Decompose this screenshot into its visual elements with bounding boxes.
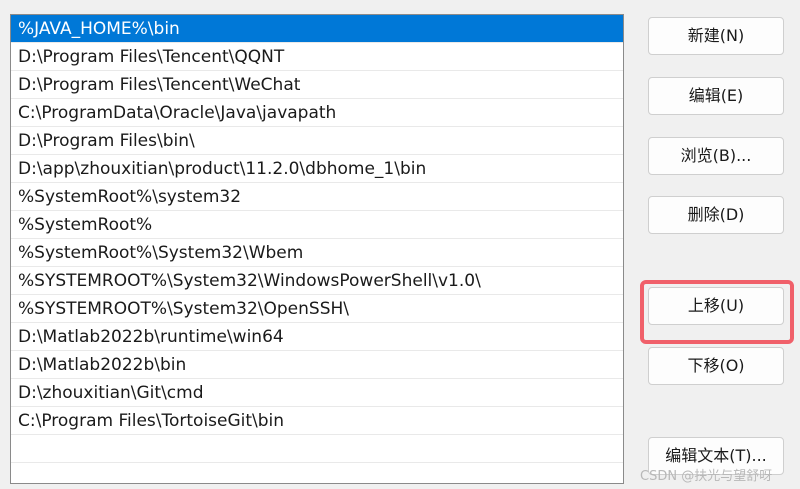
move-down-button[interactable]: 下移(O) bbox=[648, 347, 784, 385]
path-item[interactable]: %SystemRoot%\System32\Wbem bbox=[11, 239, 623, 267]
path-item[interactable]: %SystemRoot% bbox=[11, 211, 623, 239]
path-item[interactable]: D:\Matlab2022b\bin bbox=[11, 351, 623, 379]
path-item[interactable]: D:\Program Files\Tencent\WeChat bbox=[11, 71, 623, 99]
path-item[interactable]: D:\Matlab2022b\runtime\win64 bbox=[11, 323, 623, 351]
path-item-empty[interactable] bbox=[11, 435, 623, 463]
path-item[interactable]: D:\Program Files\Tencent\QQNT bbox=[11, 43, 623, 71]
path-item-selected[interactable]: %JAVA_HOME%\bin bbox=[11, 15, 623, 43]
path-item[interactable]: %SYSTEMROOT%\System32\OpenSSH\ bbox=[11, 295, 623, 323]
path-item[interactable]: %SYSTEMROOT%\System32\WindowsPowerShell\… bbox=[11, 267, 623, 295]
path-item[interactable]: C:\ProgramData\Oracle\Java\javapath bbox=[11, 99, 623, 127]
watermark: CSDN @扶光与望舒呀 bbox=[640, 469, 773, 484]
browse-button[interactable]: 浏览(B)... bbox=[648, 137, 784, 175]
highlight-annotation bbox=[640, 280, 794, 344]
new-button[interactable]: 新建(N) bbox=[648, 17, 784, 55]
path-item[interactable]: D:\zhouxitian\Git\cmd bbox=[11, 379, 623, 407]
edit-button[interactable]: 编辑(E) bbox=[648, 77, 784, 115]
path-item[interactable]: D:\app\zhouxitian\product\11.2.0\dbhome_… bbox=[11, 155, 623, 183]
path-list[interactable]: %JAVA_HOME%\bin D:\Program Files\Tencent… bbox=[10, 14, 624, 484]
delete-button[interactable]: 删除(D) bbox=[648, 196, 784, 234]
path-item[interactable]: C:\Program Files\TortoiseGit\bin bbox=[11, 407, 623, 435]
path-item[interactable]: D:\Program Files\bin\ bbox=[11, 127, 623, 155]
path-item[interactable]: %SystemRoot%\system32 bbox=[11, 183, 623, 211]
